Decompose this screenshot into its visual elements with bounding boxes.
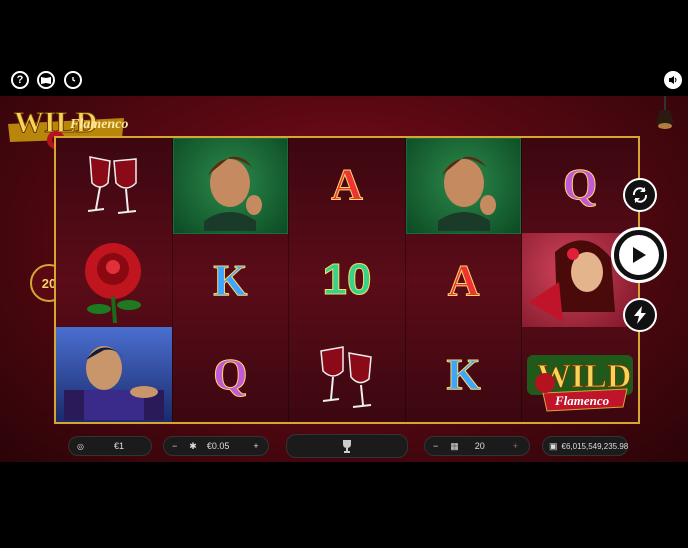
- game-scene: WILD Flamenco 20 K Q A 10 A K Q WILD Fla…: [0, 96, 688, 462]
- play-icon: [619, 235, 659, 275]
- reel-2: K Q: [172, 138, 290, 422]
- bottom-bar: ◎ €1 − ✱ €0.05 + − ▦ 20 + ▣ €6,015,549,2…: [0, 428, 688, 462]
- male-dancer-symbol: [172, 138, 289, 234]
- bet-value: €1: [113, 441, 124, 451]
- balance-value: €6,015,549,235.98: [561, 441, 629, 451]
- male-dancer-symbol: [56, 327, 172, 423]
- wild-symbol: WILD Flamenco: [522, 327, 638, 422]
- lines-grid-icon: ▦: [450, 440, 459, 451]
- history-icon[interactable]: [64, 71, 82, 89]
- reel-1: [56, 138, 173, 423]
- balance-field: ▣ €6,015,549,235.98: [542, 436, 628, 456]
- help-icon[interactable]: ?: [11, 71, 29, 89]
- bet-field[interactable]: ◎ €1: [68, 436, 152, 456]
- reel-grid: K Q A 10 A K Q WILD Flamenco: [54, 136, 640, 424]
- wallet-icon: ▣: [549, 440, 558, 451]
- autoplay-button[interactable]: [623, 178, 657, 212]
- coin-plus-button[interactable]: +: [253, 441, 258, 451]
- spin-button[interactable]: [611, 227, 667, 283]
- wild-symbol-flamenco-text: Flamenco: [554, 393, 610, 408]
- turbo-button[interactable]: [623, 298, 657, 332]
- card-10-symbol: 10: [322, 255, 372, 304]
- card-a-symbol: A: [447, 256, 480, 305]
- card-k-symbol: K: [446, 350, 481, 399]
- wine-glasses-symbol: [56, 138, 172, 233]
- card-q-symbol: Q: [563, 160, 598, 210]
- top-bar: ?: [0, 62, 688, 96]
- reel-4: A K: [405, 138, 523, 422]
- logo-flamenco-text: Flamenco: [69, 117, 128, 132]
- hanging-lamp-icon: [656, 96, 674, 129]
- chip-icon: ✱: [189, 440, 197, 451]
- lines-plus-button[interactable]: +: [513, 441, 518, 451]
- lightning-icon: [634, 306, 646, 324]
- rose-symbol: [56, 233, 172, 328]
- reel-3: A 10: [289, 138, 406, 422]
- refresh-icon: [632, 187, 648, 203]
- reel-5: Q WILD Flamenco: [522, 138, 638, 422]
- lines-value: 20: [474, 441, 485, 451]
- trophy-icon: [343, 440, 351, 453]
- wine-glasses-symbol: [289, 327, 405, 422]
- card-q-symbol: Q: [213, 350, 248, 399]
- lines-stepper: − ▦ 20 +: [424, 436, 530, 456]
- card-k-symbol: K: [213, 256, 248, 305]
- card-a-symbol: A: [331, 160, 364, 210]
- male-dancer-symbol: [405, 138, 522, 234]
- paytable-trophy-button[interactable]: [286, 434, 408, 458]
- paytable-book-icon[interactable]: [37, 71, 55, 89]
- coin-minus-button[interactable]: −: [172, 441, 177, 451]
- speaker-icon[interactable]: [664, 71, 682, 89]
- coins-icon: ◎: [77, 441, 84, 451]
- coin-value: €0.05: [206, 441, 230, 451]
- coin-value-stepper: − ✱ €0.05 +: [163, 436, 269, 456]
- lines-minus-button[interactable]: −: [433, 441, 438, 451]
